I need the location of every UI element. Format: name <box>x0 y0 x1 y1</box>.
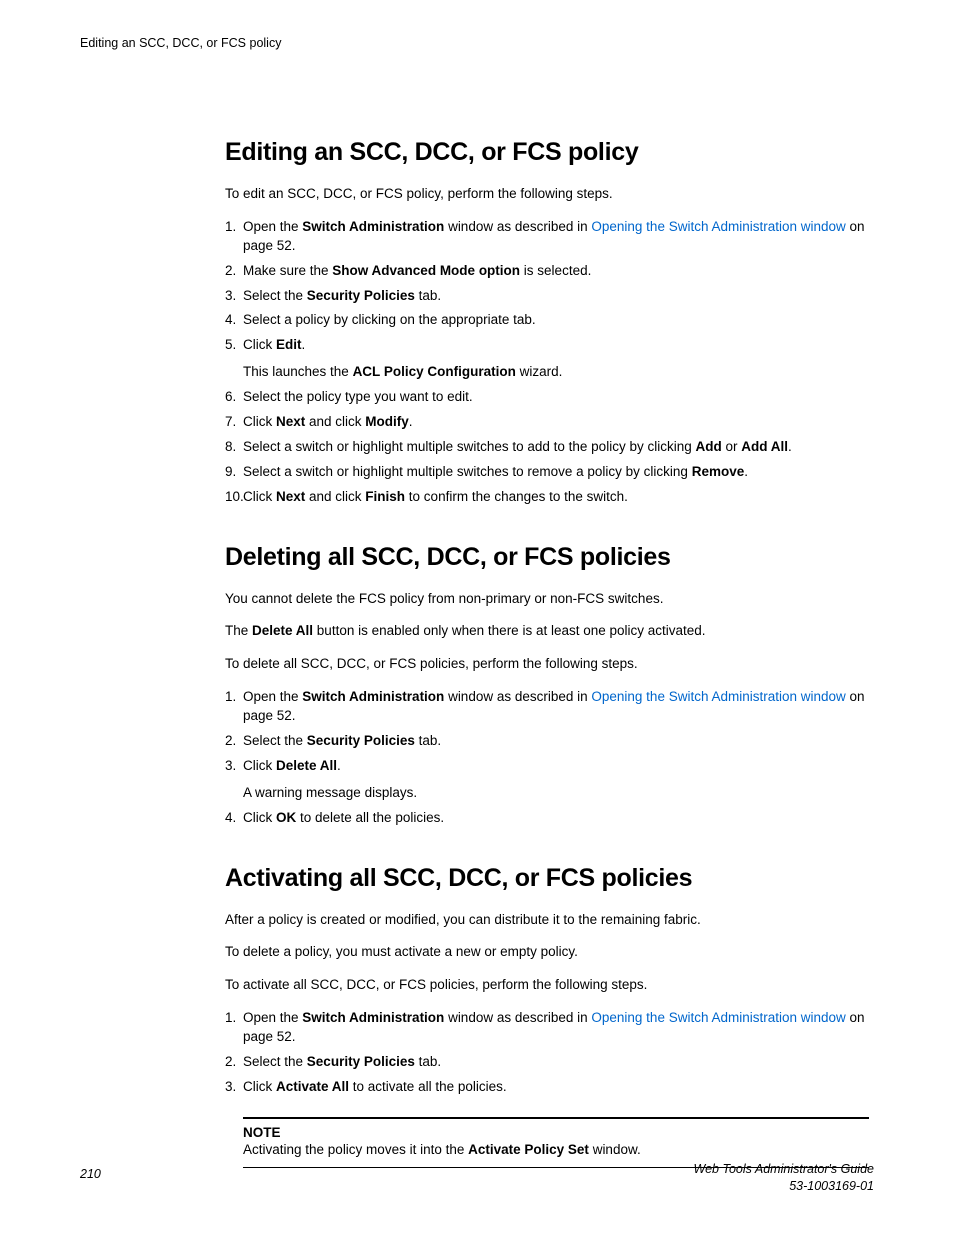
section1-title: Editing an SCC, DCC, or FCS policy <box>225 138 869 167</box>
step-text: Open the Switch Administration window as… <box>243 689 865 723</box>
footer-docnum: 53-1003169-01 <box>789 1179 874 1193</box>
step-text: Select the Security Policies tab. <box>243 288 441 303</box>
step-number: 10. <box>225 488 244 507</box>
step-number: 5. <box>225 336 236 355</box>
section3-p2: To delete a policy, you must activate a … <box>225 943 869 962</box>
section3-steps: 1. Open the Switch Administration window … <box>225 1009 869 1097</box>
step-number: 2. <box>225 1053 236 1072</box>
step-text: Select the policy type you want to edit. <box>243 389 473 404</box>
step: 1. Open the Switch Administration window … <box>225 688 869 726</box>
step: 5. Click Edit.This launches the ACL Polic… <box>225 336 869 382</box>
section2-p1: You cannot delete the FCS policy from no… <box>225 590 869 609</box>
step: 4. Select a policy by clicking on the app… <box>225 311 869 330</box>
footer-right: Web Tools Administrator's Guide 53-10031… <box>694 1161 874 1195</box>
step-number: 4. <box>225 809 236 828</box>
step-number: 3. <box>225 757 236 776</box>
step-number: 4. <box>225 311 236 330</box>
section3-p1: After a policy is created or modified, y… <box>225 911 869 930</box>
step: 4. Click OK to delete all the policies. <box>225 809 869 828</box>
main-content: Editing an SCC, DCC, or FCS policy To ed… <box>225 138 869 1168</box>
step: 9. Select a switch or highlight multiple … <box>225 463 869 482</box>
page-number: 210 <box>80 1167 101 1181</box>
step-number: 2. <box>225 732 236 751</box>
step-text: Click Next and click Finish to confirm t… <box>243 489 628 504</box>
step-number: 7. <box>225 413 236 432</box>
step: 2. Make sure the Show Advanced Mode optio… <box>225 262 869 281</box>
step: 6. Select the policy type you want to edi… <box>225 388 869 407</box>
step: 1. Open the Switch Administration window … <box>225 218 869 256</box>
section2-p3: To delete all SCC, DCC, or FCS policies,… <box>225 655 869 674</box>
step-text: Select a switch or highlight multiple sw… <box>243 439 792 454</box>
step-text: Select the Security Policies tab. <box>243 733 441 748</box>
step-number: 1. <box>225 1009 236 1028</box>
step-text: Click Activate All to activate all the p… <box>243 1079 507 1094</box>
step-number: 1. <box>225 218 236 237</box>
step: 3. Select the Security Policies tab. <box>225 287 869 306</box>
section3-title: Activating all SCC, DCC, or FCS policies <box>225 864 869 893</box>
step-number: 3. <box>225 1078 236 1097</box>
step-text: Open the Switch Administration window as… <box>243 1010 865 1044</box>
step-text: Click OK to delete all the policies. <box>243 810 444 825</box>
step: 3. Click Activate All to activate all the… <box>225 1078 869 1097</box>
footer-title: Web Tools Administrator's Guide <box>694 1162 874 1176</box>
step: 2. Select the Security Policies tab. <box>225 1053 869 1072</box>
running-header: Editing an SCC, DCC, or FCS policy <box>80 36 874 50</box>
step-number: 8. <box>225 438 236 457</box>
note-box: NOTE Activating the policy moves it into… <box>243 1117 869 1168</box>
step: 2. Select the Security Policies tab. <box>225 732 869 751</box>
step-number: 6. <box>225 388 236 407</box>
step: 1. Open the Switch Administration window … <box>225 1009 869 1047</box>
step: 10.Click Next and click Finish to confir… <box>225 488 869 507</box>
step: 7. Click Next and click Modify. <box>225 413 869 432</box>
step: 8. Select a switch or highlight multiple … <box>225 438 869 457</box>
section1-intro: To edit an SCC, DCC, or FCS policy, perf… <box>225 185 869 204</box>
section1-steps: 1. Open the Switch Administration window … <box>225 218 869 507</box>
note-label: NOTE <box>243 1125 869 1140</box>
section2-steps: 1. Open the Switch Administration window … <box>225 688 869 827</box>
section2-p2: The Delete All button is enabled only wh… <box>225 622 869 641</box>
step-text: Select a policy by clicking on the appro… <box>243 312 536 327</box>
step-number: 9. <box>225 463 236 482</box>
link-open-switch-admin[interactable]: Opening the Switch Administration window <box>591 219 845 234</box>
link-open-switch-admin[interactable]: Opening the Switch Administration window <box>591 689 845 704</box>
step: 3. Click Delete All.A warning message dis… <box>225 757 869 803</box>
step-text: Make sure the Show Advanced Mode option … <box>243 263 591 278</box>
note-text: Activating the policy moves it into the … <box>243 1142 641 1157</box>
link-open-switch-admin[interactable]: Opening the Switch Administration window <box>591 1010 845 1025</box>
step-text: Click Delete All.A warning message displ… <box>243 758 869 803</box>
section2-title: Deleting all SCC, DCC, or FCS policies <box>225 543 869 572</box>
step-number: 3. <box>225 287 236 306</box>
step-number: 2. <box>225 262 236 281</box>
section3-p3: To activate all SCC, DCC, or FCS policie… <box>225 976 869 995</box>
step-text: Open the Switch Administration window as… <box>243 219 865 253</box>
step-text: Click Edit.This launches the ACL Policy … <box>243 337 869 382</box>
step-subtext: This launches the ACL Policy Configurati… <box>243 363 869 382</box>
step-subtext: A warning message displays. <box>243 784 869 803</box>
step-text: Select a switch or highlight multiple sw… <box>243 464 748 479</box>
step-text: Click Next and click Modify. <box>243 414 413 429</box>
step-number: 1. <box>225 688 236 707</box>
step-text: Select the Security Policies tab. <box>243 1054 441 1069</box>
